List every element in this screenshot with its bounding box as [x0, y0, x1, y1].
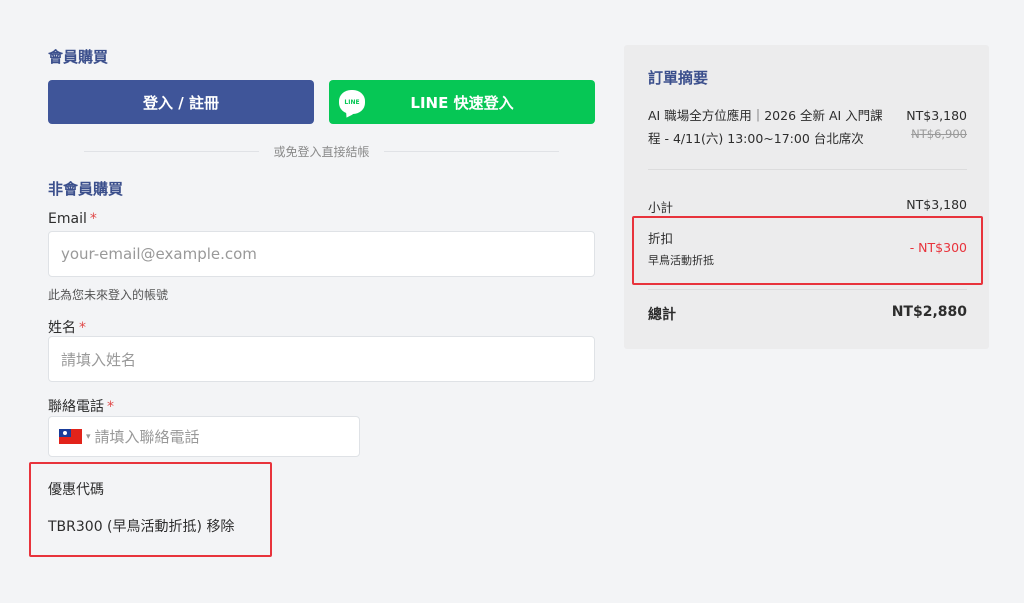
subtotal-label: 小計 [648, 200, 674, 215]
chevron-down-icon[interactable]: ▾ [86, 432, 91, 442]
name-placeholder: 請填入姓名 [61, 350, 137, 369]
required-mark: * [89, 211, 97, 227]
login-register-label: 登入 / 註冊 [143, 93, 219, 112]
coupon-remove-link[interactable]: 移除 [206, 519, 234, 535]
required-mark: * [79, 320, 86, 336]
item-original-price: NT$6,900 [911, 127, 967, 141]
item-price: NT$3,180 [906, 108, 967, 123]
taiwan-flag-icon[interactable] [59, 429, 82, 444]
name-label: 姓名 * [48, 320, 86, 336]
discount-label: 折扣 [648, 231, 674, 246]
coupon-code: TBR300 (早鳥活動折抵) [48, 519, 202, 535]
phone-placeholder: 請填入聯絡電話 [94, 428, 200, 446]
subtotal-value: NT$3,180 [906, 197, 967, 212]
phone-label: 聯絡電話 * [48, 399, 114, 415]
discount-value: - NT$300 [909, 240, 967, 255]
discount-note: 早鳥活動折抵 [648, 254, 714, 267]
login-register-button[interactable]: 登入 / 註冊 [48, 80, 314, 124]
order-summary-title: 訂單摘要 [648, 69, 709, 87]
divider-text: 或免登入直接結帳 [273, 144, 370, 159]
summary-divider [648, 169, 967, 170]
email-hint: 此為您未來登入的帳號 [48, 288, 169, 302]
line-login-label: LINE 快速登入 [410, 93, 514, 112]
coupon-highlight-box [29, 462, 272, 557]
email-field[interactable]: your-email@example.com [48, 231, 595, 277]
guest-purchase-title: 非會員購買 [48, 180, 124, 198]
line-logo-icon: LINE [339, 90, 365, 114]
email-label: Email * [48, 211, 97, 227]
name-field[interactable]: 請填入姓名 [48, 336, 595, 382]
phone-field[interactable]: ▾ 請填入聯絡電話 [48, 416, 360, 457]
total-label: 總計 [648, 307, 676, 323]
member-purchase-title: 會員購買 [48, 48, 109, 66]
email-placeholder: your-email@example.com [61, 245, 257, 263]
total-value: NT$2,880 [891, 304, 967, 320]
coupon-title: 優惠代碼 [48, 482, 104, 498]
line-login-button[interactable]: LINE LINE 快速登入 [329, 80, 595, 124]
guest-checkout-divider: 或免登入直接結帳 [48, 141, 595, 161]
coupon-applied: TBR300 (早鳥活動折抵) 移除 [48, 516, 234, 536]
required-mark: * [107, 399, 114, 415]
summary-divider [648, 289, 967, 290]
item-name: AI 職場全方位應用｜2026 全新 AI 入門課程 - 4/11(六) 13:… [648, 108, 883, 146]
